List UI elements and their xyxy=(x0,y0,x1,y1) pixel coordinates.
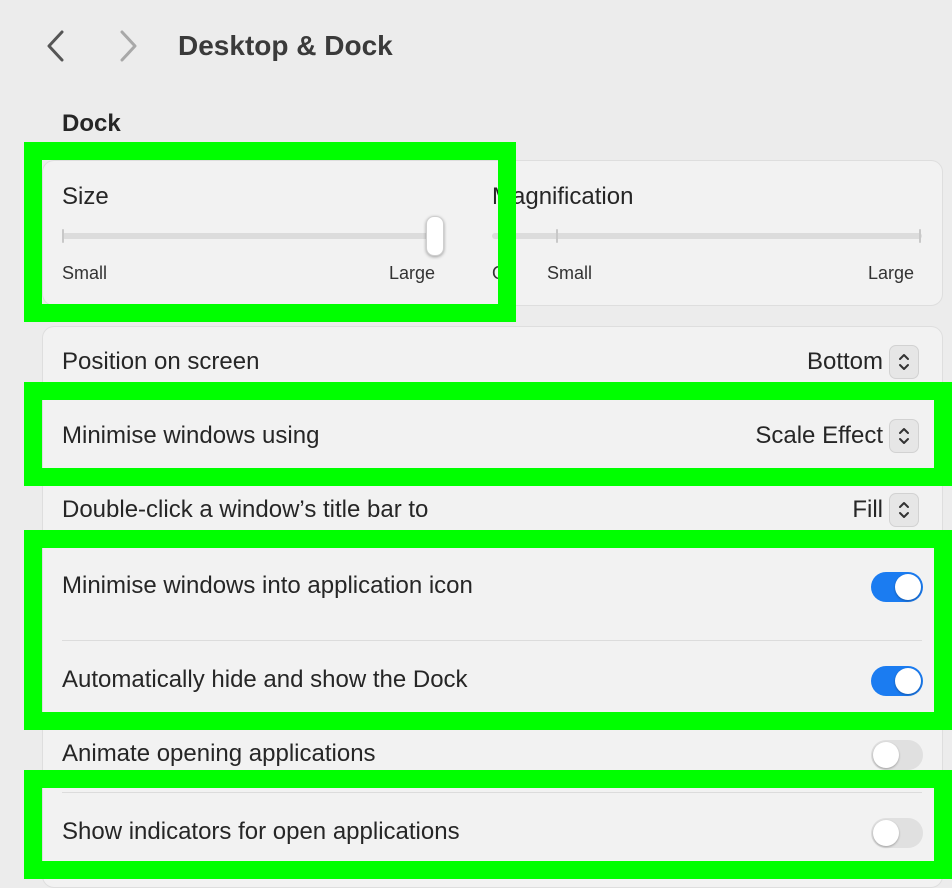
row-divider xyxy=(62,398,922,399)
size-slider-track xyxy=(62,233,442,239)
show-indicators-label: Show indicators for open applications xyxy=(62,818,460,845)
animate-opening-apps-row: Animate opening applications xyxy=(42,722,941,788)
position-on-screen-popup[interactable]: Bottom xyxy=(807,345,919,379)
magnification-slider[interactable] xyxy=(492,220,922,252)
minimise-into-app-icon-row: Minimise windows into application icon xyxy=(42,552,941,622)
page-title: Desktop & Dock xyxy=(178,30,393,61)
up-down-chevron-icon xyxy=(889,419,919,453)
chevron-right-icon xyxy=(120,30,137,62)
magnification-label: Magnification xyxy=(492,183,634,210)
auto-hide-dock-toggle[interactable] xyxy=(871,666,923,696)
magnification-min-label: Small xyxy=(547,263,593,283)
toggle-knob xyxy=(895,574,921,600)
toggle-knob xyxy=(895,668,921,694)
position-on-screen-label: Position on screen xyxy=(62,348,260,375)
auto-hide-dock-row: Automatically hide and show the Dock xyxy=(42,646,941,716)
section-title-dock: Dock xyxy=(62,110,121,137)
toggle-knob xyxy=(873,742,899,768)
forward-button[interactable] xyxy=(108,26,148,66)
minimise-into-app-icon-label: Minimise windows into application icon xyxy=(62,572,473,599)
minimise-windows-using-popup[interactable]: Scale Effect xyxy=(755,419,919,453)
minimise-windows-using-label: Minimise windows using xyxy=(62,422,320,449)
minimise-windows-using-value: Scale Effect xyxy=(755,422,883,449)
toggle-knob xyxy=(873,820,899,846)
size-slider[interactable] xyxy=(62,216,444,256)
position-on-screen-row: Position on screen Bottom xyxy=(42,330,941,396)
animate-opening-apps-toggle[interactable] xyxy=(871,740,923,770)
chevron-left-icon xyxy=(47,30,64,62)
position-on-screen-value: Bottom xyxy=(806,348,883,375)
magnification-slider-tick xyxy=(556,229,558,243)
size-min-label: Small xyxy=(62,263,108,283)
up-down-chevron-icon xyxy=(889,493,919,527)
magnification-off-label: Off xyxy=(492,263,516,283)
row-divider xyxy=(62,720,922,721)
size-slider-tick xyxy=(62,229,64,243)
magnification-max-label: Large xyxy=(868,263,915,283)
size-slider-thumb[interactable] xyxy=(426,216,444,256)
size-max-label: Large xyxy=(389,263,436,283)
row-divider xyxy=(62,640,922,641)
up-down-chevron-icon xyxy=(889,345,919,379)
double-click-title-bar-row: Double-click a window’s title bar to Fil… xyxy=(42,478,941,544)
size-label: Size xyxy=(62,183,109,210)
minimise-into-app-icon-toggle[interactable] xyxy=(871,572,923,602)
auto-hide-dock-label: Automatically hide and show the Dock xyxy=(62,666,468,693)
show-indicators-row: Show indicators for open applications xyxy=(42,798,941,868)
show-indicators-toggle[interactable] xyxy=(871,818,923,848)
row-divider xyxy=(62,472,922,473)
double-click-title-bar-popup[interactable]: Fill xyxy=(852,493,919,527)
double-click-title-bar-label: Double-click a window’s title bar to xyxy=(62,496,429,523)
minimise-windows-using-row: Minimise windows using Scale Effect xyxy=(42,404,941,470)
row-divider xyxy=(62,546,922,547)
double-click-title-bar-value: Fill xyxy=(852,496,883,523)
back-button[interactable] xyxy=(36,26,76,66)
row-divider xyxy=(62,792,922,793)
magnification-slider-tick xyxy=(919,229,921,243)
animate-opening-apps-label: Animate opening applications xyxy=(62,740,376,767)
